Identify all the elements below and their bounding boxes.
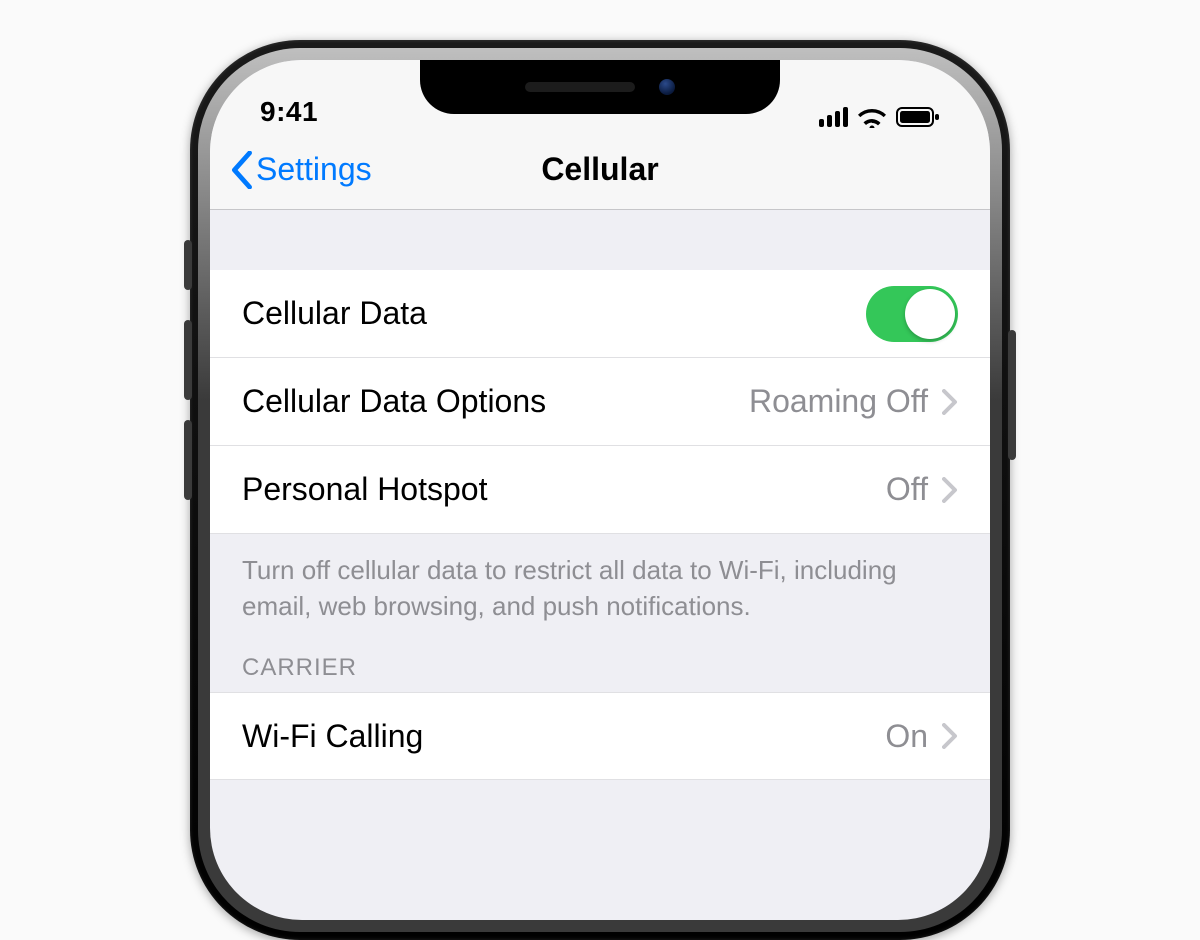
chevron-right-icon bbox=[942, 389, 958, 415]
speaker-grille bbox=[525, 82, 635, 92]
back-button[interactable]: Settings bbox=[230, 151, 372, 189]
navigation-bar: Settings Cellular bbox=[210, 130, 990, 210]
page-title: Cellular bbox=[541, 151, 658, 188]
group-spacer bbox=[210, 210, 990, 270]
wifi-calling-row[interactable]: Wi-Fi Calling On bbox=[210, 692, 990, 780]
side-button bbox=[1008, 330, 1016, 460]
cellular-signal-icon bbox=[819, 107, 848, 127]
cellular-data-label: Cellular Data bbox=[242, 295, 866, 332]
personal-hotspot-row[interactable]: Personal Hotspot Off bbox=[210, 446, 990, 534]
personal-hotspot-label: Personal Hotspot bbox=[242, 471, 886, 508]
wifi-calling-label: Wi-Fi Calling bbox=[242, 718, 885, 755]
cellular-data-options-value: Roaming Off bbox=[749, 383, 928, 420]
back-label: Settings bbox=[256, 151, 372, 188]
status-time: 9:41 bbox=[260, 96, 318, 128]
phone-frame: 9:41 Settings Cellular bbox=[190, 40, 1010, 940]
chevron-right-icon bbox=[942, 723, 958, 749]
front-camera bbox=[659, 79, 675, 95]
cellular-data-switch[interactable] bbox=[866, 286, 958, 342]
personal-hotspot-value: Off bbox=[886, 471, 928, 508]
cellular-data-options-label: Cellular Data Options bbox=[242, 383, 749, 420]
section-footer: Turn off cellular data to restrict all d… bbox=[210, 534, 990, 654]
wifi-calling-value: On bbox=[885, 718, 928, 755]
screen: 9:41 Settings Cellular bbox=[210, 60, 990, 920]
chevron-right-icon bbox=[942, 477, 958, 503]
volume-up-button bbox=[184, 320, 192, 400]
wifi-icon bbox=[858, 106, 886, 128]
cellular-data-options-row[interactable]: Cellular Data Options Roaming Off bbox=[210, 358, 990, 446]
volume-down-button bbox=[184, 420, 192, 500]
notch bbox=[420, 60, 780, 114]
cellular-data-row[interactable]: Cellular Data bbox=[210, 270, 990, 358]
carrier-section-header: CARRIER bbox=[210, 654, 990, 692]
battery-icon bbox=[896, 106, 940, 128]
mute-switch bbox=[184, 240, 192, 290]
